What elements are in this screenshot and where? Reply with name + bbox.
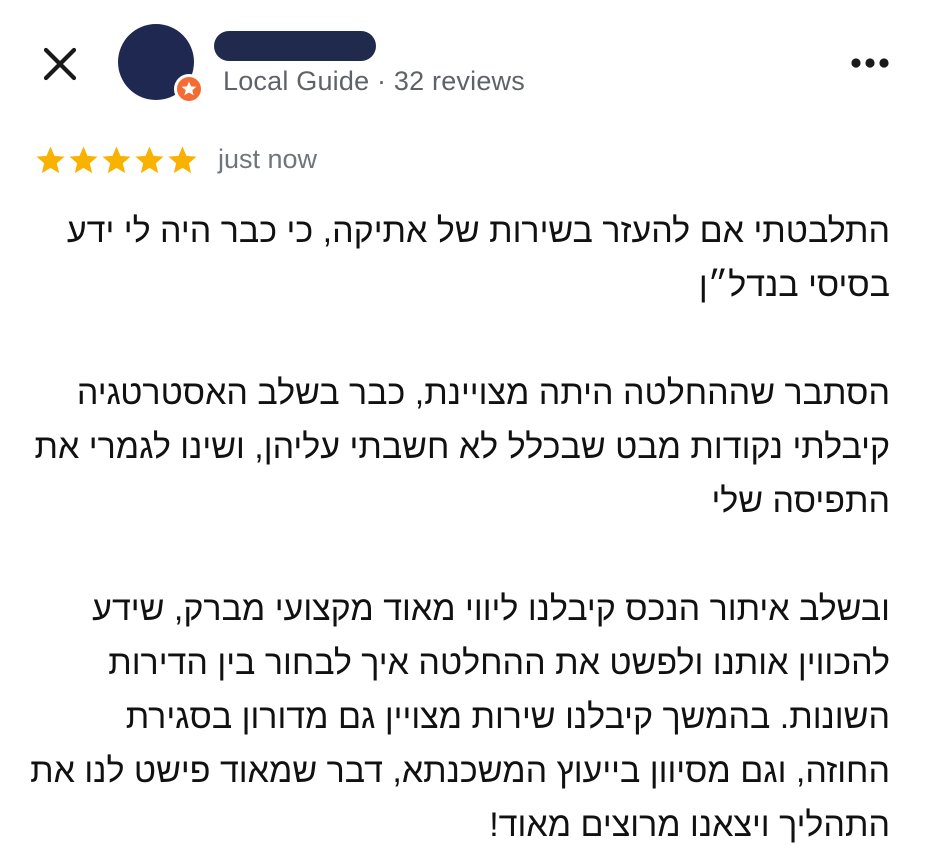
close-icon [43,47,77,81]
review-time: just now [218,144,318,174]
more-horizontal-icon [851,58,889,68]
close-button[interactable] [40,44,80,84]
star-rating [34,144,199,178]
reviewer-meta: Local Guide · 32 reviews [223,66,525,96]
review-paragraph: התלבטתי אם להעזר בשירות של אתיקה, כי כבר… [66,212,890,304]
reviewer-avatar-group[interactable] [118,24,208,104]
local-guide-star-icon [181,81,197,96]
review-text: התלבטתי אם להעזר בשירות של אתיקה, כי כבר… [24,204,890,852]
more-options-button[interactable] [846,48,894,78]
star-icon [168,146,197,174]
star-icon [135,146,164,174]
star-icon [69,146,98,174]
review-paragraph: הסתבר שההחלטה היתה מצויינת, כבר בשלב האס… [34,374,891,520]
review-paragraph: ובשלב איתור הנכס קיבלנו ליווי מאוד מקצוע… [30,590,890,844]
star-icon [102,146,131,174]
star-icon [36,146,65,174]
review-detail-screen: { "reviewer": { "meta": "Local Guide · 3… [0,0,932,861]
reviewer-name-redacted[interactable] [214,31,376,61]
local-guide-badge [174,74,204,104]
